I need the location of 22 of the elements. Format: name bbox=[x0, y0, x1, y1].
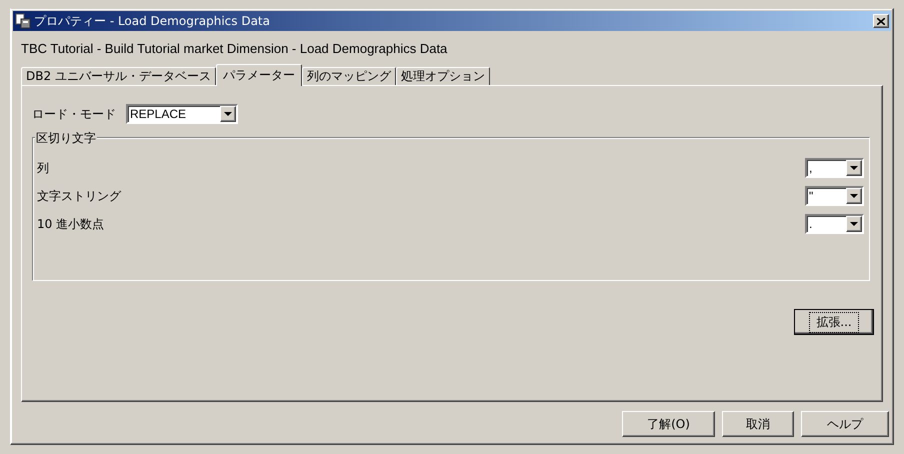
help-button[interactable]: ヘルプ bbox=[801, 411, 889, 437]
field-label: 文字ストリング bbox=[37, 188, 121, 204]
dropdown[interactable]: " bbox=[805, 186, 864, 206]
dropdown[interactable]: . bbox=[805, 214, 864, 234]
group-title: 区切り文字 bbox=[35, 130, 97, 147]
load-mode-label: ロード・モード bbox=[32, 106, 116, 122]
window-title: プロパティー - Load Demographics Data bbox=[34, 12, 271, 30]
cancel-button[interactable]: 取消 bbox=[722, 411, 794, 437]
tab[interactable]: DB2 ユニバーサル・データベース bbox=[21, 67, 216, 86]
ok-button[interactable]: 了解(O) bbox=[622, 411, 715, 437]
dropdown[interactable]: , bbox=[805, 158, 864, 178]
close-icon bbox=[877, 18, 885, 24]
tab[interactable]: パラメーター bbox=[216, 64, 302, 86]
expand-button[interactable]: 拡張... bbox=[794, 309, 874, 335]
dialog-subtitle: TBC Tutorial - Build Tutorial market Dimension - Load Demographics Data bbox=[20, 40, 448, 58]
field-label: 10 進小数点 bbox=[37, 216, 104, 232]
close-button[interactable] bbox=[873, 14, 889, 28]
properties-window-icon bbox=[15, 13, 31, 29]
field-label: 列 bbox=[37, 160, 49, 176]
dropdown[interactable]: REPLACE bbox=[126, 104, 238, 124]
tab[interactable]: 処理オプション bbox=[396, 67, 490, 86]
tab[interactable]: 列のマッピング bbox=[302, 67, 396, 86]
